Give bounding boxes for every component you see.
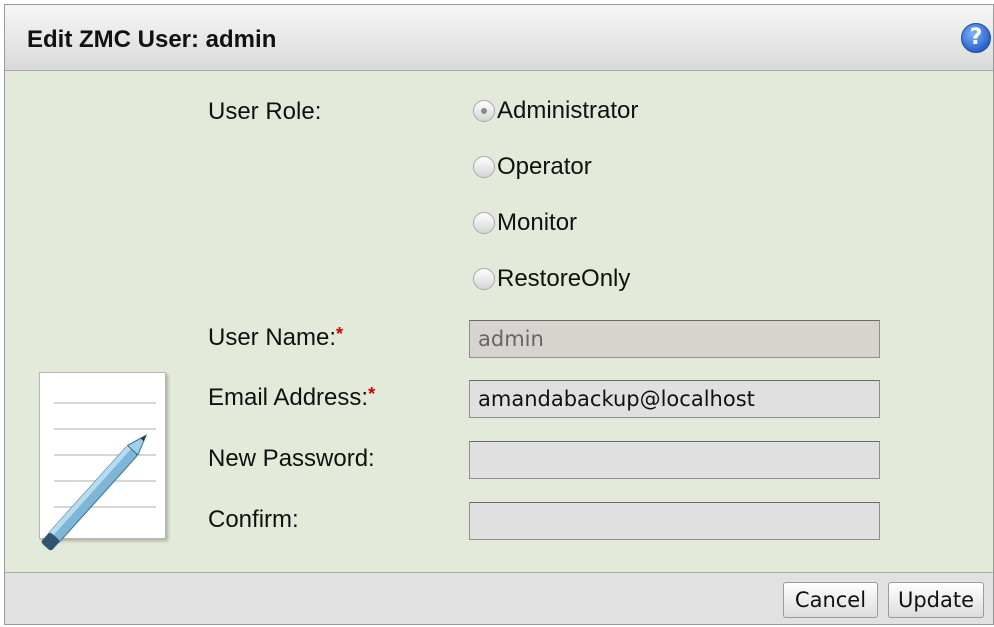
role-option-monitor[interactable]: Monitor [473,209,577,237]
dialog-footer: Cancel Update [5,572,993,624]
dialog-title: Edit ZMC User: admin [27,26,277,53]
role-option-operator[interactable]: Operator [473,153,592,181]
update-button[interactable]: Update [888,582,984,618]
edit-user-dialog: Edit ZMC User: admin ? User Role: Admini… [4,4,994,625]
dialog-titlebar: Edit ZMC User: admin ? [5,5,993,71]
user-name-label: User Name:* [208,324,343,352]
user-role-label: User Role: [208,98,322,125]
new-password-label: New Password: [208,445,375,472]
required-marker: * [336,324,344,344]
confirm-label: Confirm: [208,506,299,533]
email-label: Email Address:* [208,384,375,412]
radio-administrator[interactable] [473,100,495,122]
role-label-administrator: Administrator [497,97,639,124]
form-body: User Role: Administrator Operator Monito… [5,72,993,572]
email-label-text: Email Address: [208,384,369,411]
help-icon[interactable]: ? [961,23,991,53]
radio-restoreonly[interactable] [473,268,495,290]
required-marker: * [368,384,376,404]
role-label-restoreonly: RestoreOnly [497,265,631,292]
role-label-monitor: Monitor [497,209,578,236]
radio-monitor[interactable] [473,212,495,234]
confirm-password-field[interactable] [469,502,880,540]
user-name-field: admin [469,320,880,358]
new-password-field[interactable] [469,441,880,479]
role-option-administrator[interactable]: Administrator [473,97,638,125]
email-field[interactable]: amandabackup@localhost [469,380,880,418]
user-name-label-text: User Name: [208,324,337,351]
radio-operator[interactable] [473,156,495,178]
cancel-button[interactable]: Cancel [783,582,878,618]
notepad-icon [39,372,166,551]
role-label-operator: Operator [497,153,592,180]
role-option-restoreonly[interactable]: RestoreOnly [473,265,630,293]
